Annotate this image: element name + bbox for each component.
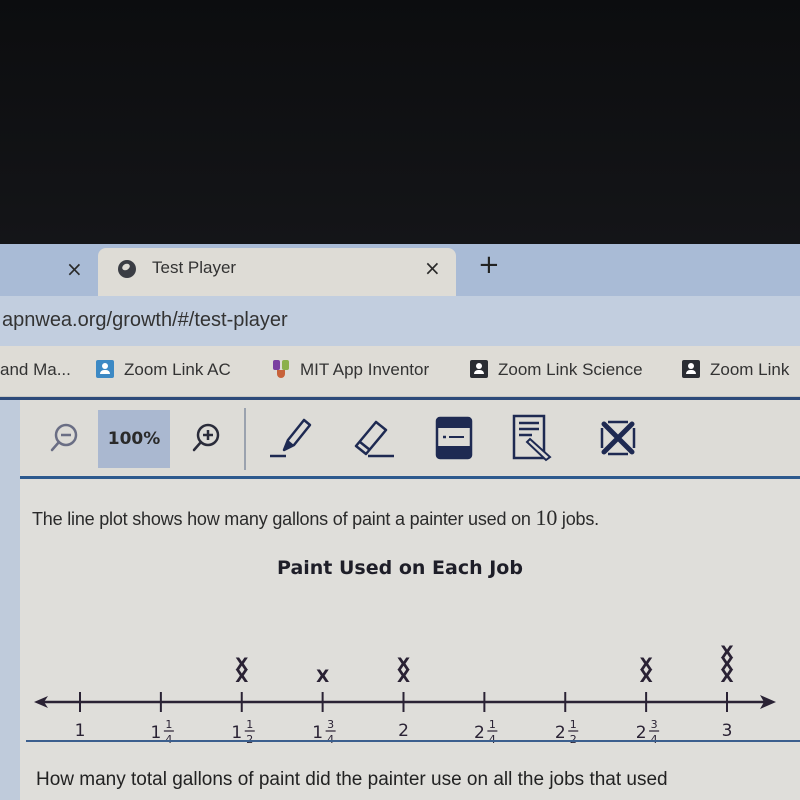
browser-window: × Test Player × + apnwea.org/growth/#/te…	[0, 244, 800, 800]
tick-label-numerator: 1	[570, 718, 577, 731]
notepad-icon	[512, 414, 552, 462]
bookmark-label: MIT App Inventor	[300, 360, 430, 379]
zoom-level: 100%	[98, 410, 170, 468]
prompt-text: The line plot shows how many gallons of …	[32, 509, 536, 529]
bookmark-zoom-link[interactable]: Zoom Link	[682, 360, 789, 380]
zoom-out-button[interactable]	[42, 410, 86, 466]
toolbar-separator	[244, 408, 246, 470]
person-icon	[96, 360, 114, 378]
tick-label: 2	[398, 721, 409, 741]
monitor-bezel	[0, 0, 800, 244]
toolbar-bottom-border	[20, 476, 800, 479]
tick-label-numerator: 1	[165, 718, 172, 731]
bookmark-and-ma[interactable]: and Ma...	[0, 360, 71, 380]
answer-eliminator-button[interactable]	[590, 410, 646, 466]
test-player-page: 100% The line plot shows how many gallon	[0, 397, 800, 800]
line-reader-icon	[435, 416, 473, 460]
tick-label: 1	[75, 721, 86, 741]
line-plot: 111411213422142122343XXXXXXXXXXGallons	[34, 643, 776, 746]
zoom-in-button[interactable]	[184, 410, 228, 466]
bookmark-label: and Ma...	[0, 360, 71, 379]
section-divider	[26, 740, 800, 742]
bookmark-label: Zoom Link Science	[498, 360, 643, 379]
chart-title: Paint Used on Each Job	[277, 557, 523, 579]
tab-title: Test Player	[152, 258, 237, 277]
bookmark-zoom-link-ac[interactable]: Zoom Link AC	[96, 360, 231, 380]
eraser-button[interactable]	[346, 410, 402, 466]
bookmark-label: Zoom Link	[710, 360, 790, 379]
highlighter-icon	[270, 418, 312, 458]
globe-icon	[118, 260, 136, 278]
new-tab-button[interactable]: +	[478, 252, 500, 278]
zoom-in-icon	[192, 423, 220, 452]
tick-label: 3	[722, 721, 733, 741]
line-reader-button[interactable]	[426, 410, 482, 466]
address-bar[interactable]: apnwea.org/growth/#/test-player	[0, 296, 800, 346]
question-prompt: The line plot shows how many gallons of …	[32, 505, 599, 531]
mit-app-inventor-icon	[272, 360, 290, 378]
data-point-x-marker: X	[720, 643, 733, 663]
prompt-number: 10	[535, 505, 558, 530]
prompt-text-end: jobs.	[557, 509, 599, 529]
data-point-x-marker: X	[316, 667, 329, 687]
tab-test-player[interactable]: Test Player ×	[98, 248, 456, 296]
data-point-x-marker: X	[640, 655, 653, 675]
bookmark-zoom-link-science[interactable]: Zoom Link Science	[470, 360, 643, 380]
bookmark-label: Zoom Link AC	[124, 360, 231, 379]
url-text[interactable]: apnwea.org/growth/#/test-player	[2, 309, 288, 332]
answer-eliminator-icon	[600, 420, 636, 456]
tab-previous[interactable]: ×	[0, 250, 98, 296]
bookmarks-bar: and Ma... Zoom Link AC MIT App Inventor …	[0, 346, 800, 397]
person-icon	[470, 360, 488, 378]
tab-strip: × Test Player × +	[0, 244, 800, 296]
eraser-icon	[354, 420, 394, 458]
tick-label-numerator: 1	[489, 718, 496, 731]
bookmark-mit-app-inventor[interactable]: MIT App Inventor	[272, 360, 429, 380]
question-text: How many total gallons of paint did the …	[36, 769, 668, 790]
tick-label-numerator: 3	[327, 718, 334, 731]
close-icon[interactable]: ×	[424, 256, 441, 280]
test-toolbar: 100%	[20, 400, 800, 475]
tick-label-numerator: 1	[246, 718, 253, 731]
tick-label-numerator: 3	[651, 718, 658, 731]
data-point-x-marker: X	[235, 655, 248, 675]
notepad-button[interactable]	[506, 410, 562, 466]
zoom-out-icon	[50, 423, 78, 452]
data-point-x-marker: X	[397, 655, 410, 675]
person-icon	[682, 360, 700, 378]
highlighter-button[interactable]	[264, 410, 320, 466]
close-icon[interactable]: ×	[66, 257, 83, 281]
